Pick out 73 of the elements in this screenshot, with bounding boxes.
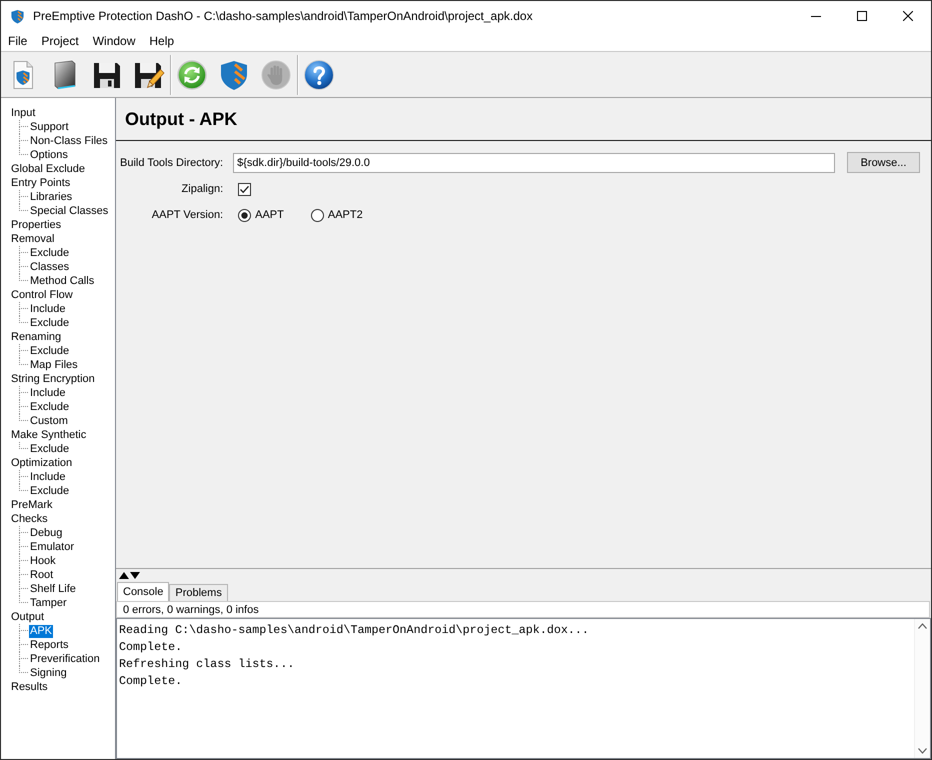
tree-item[interactable]: Options [29,148,69,162]
page-title: Output - APK [125,108,238,130]
chevron-up-icon[interactable] [918,623,927,629]
tree-item[interactable]: Shelf Life [29,582,77,596]
tree-item[interactable]: Properties [10,218,62,232]
tree-item[interactable]: Exclude [29,344,70,358]
tree-item[interactable]: PreMark [10,498,54,512]
tree-item[interactable]: Control Flow [10,288,74,302]
tree-item[interactable]: Preverification [29,652,101,666]
tree-item[interactable]: Hook [29,554,57,568]
tree-item[interactable]: Make Synthetic [10,428,88,442]
tree-item[interactable]: Exclude [29,400,70,414]
tree-item[interactable]: Include [29,470,66,484]
radio-label[interactable]: AAPT2 [328,209,363,221]
tree-item[interactable]: Debug [29,526,64,540]
tree-item[interactable]: Custom [29,414,69,428]
tree-item[interactable]: String Encryption [10,372,96,386]
menu-item[interactable]: Window [86,32,142,50]
tree-item[interactable]: Libraries [29,190,74,204]
field-label: Zipalign: [180,183,224,195]
menu-item[interactable]: Help [142,32,182,50]
tree-item[interactable]: Tamper [29,596,68,610]
tree-item[interactable]: Output [10,610,46,624]
tree-item[interactable]: Non-Class Files [29,134,109,148]
up-arrow-icon[interactable] [119,572,129,578]
radio-button[interactable] [310,208,324,222]
tree-item[interactable]: Reports [29,638,70,652]
tree-item[interactable]: Emulator [29,540,76,554]
menu-item[interactable]: Project [34,32,86,50]
tree-item[interactable]: Optimization [10,456,74,470]
tree-item[interactable]: Exclude [29,246,70,260]
tree-item[interactable]: Include [29,302,66,316]
menu-item[interactable]: File [1,32,34,50]
console-line: Reading C:\dasho-samples\android\TamperOnAndroid\project_apk.dox... [119,622,589,639]
tree-item[interactable]: Exclude [29,316,70,330]
status-summary: 0 errors, 0 warnings, 0 infos [116,601,930,618]
window-title: PreEmptive Protection DashO - C:\dasho-samples\android\TamperOnAndroid\project_apk.dox [33,9,534,23]
field-label: Build Tools Directory: [120,156,224,168]
tree-item[interactable]: Include [29,386,66,400]
tree-item[interactable]: Exclude [29,484,70,498]
console-line: Complete. [119,673,182,690]
tree-item[interactable]: Exclude [29,442,70,456]
browse-button[interactable]: Browse... [847,152,920,173]
tree-item[interactable]: Method Calls [29,274,96,288]
close-icon[interactable] [903,11,913,21]
directory-field[interactable]: ${sdk.dir}/build-tools/29.0.0 [233,152,835,172]
chevron-down-icon[interactable] [918,748,927,754]
tab[interactable]: Console [117,582,170,601]
tree-item[interactable]: Removal [10,232,56,246]
maximize-icon[interactable] [857,11,867,21]
tree-item[interactable]: Renaming [10,330,62,344]
console-line: Refreshing class lists... [119,656,294,673]
scrollbar[interactable] [914,619,930,758]
radio-button[interactable] [238,208,252,222]
console-line: Complete. [119,639,182,656]
checkbox[interactable] [238,182,252,196]
tree-item[interactable]: Results [10,680,49,694]
tree-item[interactable]: Entry Points [10,176,72,190]
down-arrow-icon[interactable] [130,572,140,578]
tree-item[interactable]: Checks [10,512,49,526]
field-label: AAPT Version: [150,209,224,221]
tree-item[interactable]: Classes [29,260,70,274]
tree-item[interactable]: Support [29,120,70,134]
tree-item[interactable]: Signing [29,666,68,680]
shield-icon [10,8,25,24]
tab[interactable]: Problems [169,584,228,601]
tree-item[interactable]: APK [29,624,54,638]
tree-item[interactable]: Global Exclude [10,162,86,176]
tree-item[interactable]: Special Classes [29,204,110,218]
tree-item[interactable]: Input [10,106,36,120]
radio-label[interactable]: AAPT [255,209,284,221]
tree-item[interactable]: Root [29,568,54,582]
tree-item[interactable]: Map Files [29,358,79,372]
